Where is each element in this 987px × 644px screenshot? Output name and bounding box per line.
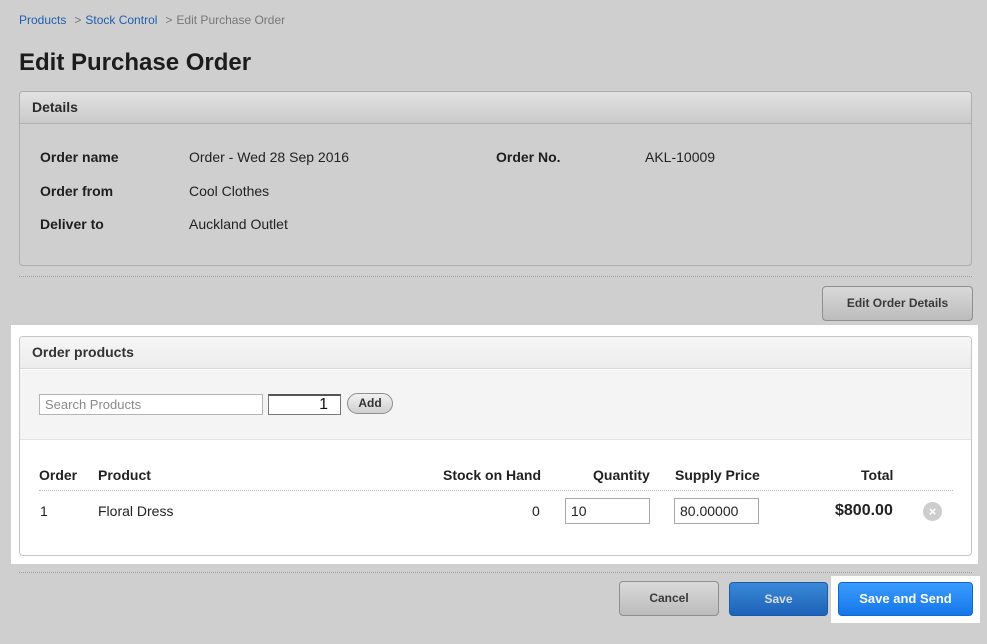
table-divider (39, 490, 953, 491)
row-order-number: 1 (40, 503, 48, 519)
order-products-header: Order products (20, 337, 971, 369)
divider (19, 572, 972, 573)
deliver-to-label: Deliver to (40, 216, 104, 232)
column-header-total: Total (861, 467, 894, 483)
details-panel-header: Details (20, 92, 971, 124)
breadcrumb-separator: > (165, 13, 173, 27)
column-header-order: Order (39, 467, 78, 483)
breadcrumb-link-stock-control[interactable]: Stock Control (85, 13, 157, 27)
order-no-value: AKL-10009 (645, 149, 716, 165)
row-supply-price-input[interactable] (674, 498, 759, 524)
order-name-label: Order name (40, 149, 119, 165)
save-and-send-button[interactable]: Save and Send (838, 582, 973, 616)
divider (19, 276, 972, 277)
breadcrumb: Products > Stock Control > Edit Purchase Ord… (19, 13, 285, 27)
row-total: $800.00 (835, 502, 893, 519)
row-product-name: Floral Dress (98, 503, 174, 519)
column-header-stock-on-hand: Stock on Hand (443, 467, 542, 483)
row-stock-on-hand: 0 (532, 503, 540, 519)
row-quantity-input[interactable] (565, 498, 650, 524)
edit-order-details-button[interactable]: Edit Order Details (822, 286, 973, 321)
deliver-to-value: Auckland Outlet (189, 216, 288, 232)
column-header-supply-price: Supply Price (675, 467, 760, 483)
breadcrumb-link-products[interactable]: Products (19, 13, 66, 27)
order-no-label: Order No. (496, 149, 561, 165)
page-title: Edit Purchase Order (19, 49, 252, 76)
order-products-panel: Order products Add Order Product Stock o… (19, 336, 972, 556)
breadcrumb-separator: > (74, 13, 82, 27)
breadcrumb-current: Edit Purchase Order (176, 13, 286, 27)
product-search-bar: Add (20, 370, 971, 440)
order-from-value: Cool Clothes (189, 183, 270, 199)
save-button[interactable]: Save (729, 582, 828, 616)
remove-circle-icon[interactable]: × (923, 502, 942, 521)
column-header-product: Product (98, 467, 151, 483)
add-quantity-input[interactable] (268, 394, 341, 415)
search-products-input[interactable] (39, 394, 263, 415)
details-panel: Details Order name Order - Wed 28 Sep 20… (19, 91, 972, 266)
add-product-button[interactable]: Add (347, 393, 393, 414)
order-from-label: Order from (40, 183, 114, 199)
order-name-value: Order - Wed 28 Sep 2016 (189, 149, 350, 165)
column-header-quantity: Quantity (593, 467, 650, 483)
cancel-button[interactable]: Cancel (619, 581, 719, 616)
